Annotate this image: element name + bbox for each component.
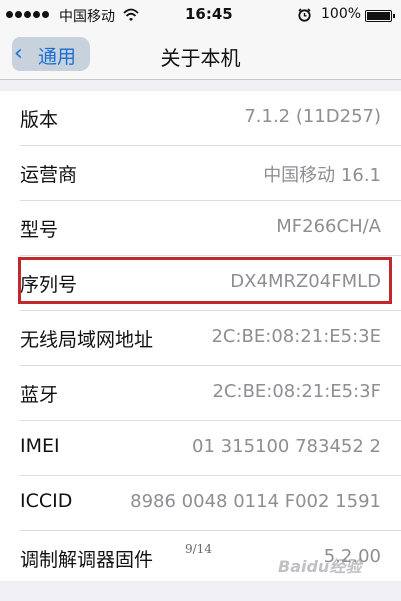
serial-number-highlight-box [18, 257, 392, 304]
alarm-clock-icon [298, 8, 311, 22]
row-label: IMEI [20, 435, 60, 457]
row-value: 01 315100 783452 2 [192, 436, 381, 457]
wifi-icon [123, 8, 139, 21]
row-label: ICCID [20, 490, 73, 512]
status-bar: 中国移动 16:45 100% [0, 0, 401, 30]
row-value: 中国移动 16.1 [263, 165, 381, 186]
row-value: 2C:BE:08:21:E5:3F [212, 381, 381, 402]
row-label: 蓝牙 [20, 384, 59, 406]
row-bluetooth: 蓝牙 2C:BE:08:21:E5:3F [0, 366, 401, 421]
row-version: 版本 7.1.2 (11D257) [0, 91, 401, 146]
row-value: 8986 0048 0114 F002 1591 [130, 491, 381, 512]
page-number: 9/14 [185, 542, 212, 556]
row-model[interactable]: 型号 MF266CH/A [0, 201, 401, 256]
row-value: 7.1.2 (11D257) [244, 106, 381, 127]
baidu-watermark: Baidu经验 [278, 557, 362, 576]
row-wifi-address: 无线局域网地址 2C:BE:08:21:E5:3E [0, 311, 401, 366]
page-title: 关于本机 [160, 46, 241, 70]
carrier-name: 中国移动 [59, 9, 115, 25]
signal-strength-icon [6, 11, 49, 20]
row-label: 版本 [20, 109, 59, 131]
about-info-list: 版本 7.1.2 (11D257) 运营商 中国移动 16.1 型号 MF266… [0, 91, 401, 586]
row-iccid: ICCID 8986 0048 0114 F002 1591 [0, 476, 401, 531]
list-bottom-spacer [0, 581, 401, 601]
row-imei: IMEI 01 315100 783452 2 [0, 421, 401, 476]
battery-percentage: 100% [321, 6, 362, 22]
row-value: MF266CH/A [276, 216, 381, 237]
row-label: 调制解调器固件 [20, 549, 154, 571]
row-label: 运营商 [20, 164, 78, 186]
battery-icon [365, 10, 395, 22]
row-label: 无线局域网地址 [20, 329, 154, 351]
row-carrier[interactable]: 运营商 中国移动 16.1 [0, 146, 401, 201]
navigation-bar: ‹ 通用 关于本机 [0, 30, 401, 80]
row-label: 型号 [20, 219, 59, 241]
status-time: 16:45 [185, 5, 233, 23]
row-value: 2C:BE:08:21:E5:3E [211, 326, 381, 347]
